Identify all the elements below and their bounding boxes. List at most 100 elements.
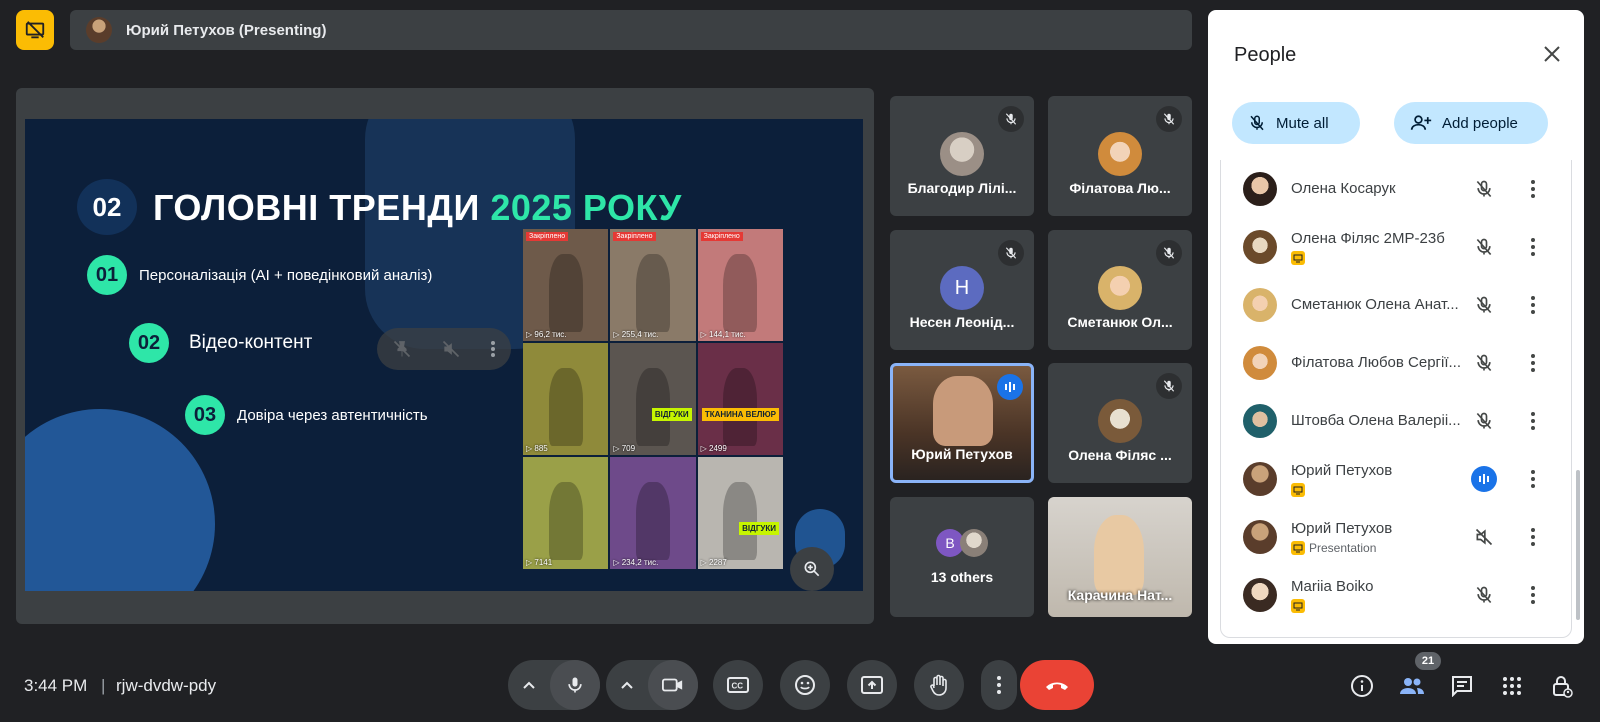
raise-hand-button[interactable] [914,660,964,710]
call-end-icon [1046,682,1068,690]
apps-grid-icon [1503,677,1521,695]
participant-video-tile-active-speaker[interactable]: Юрий Петухов [890,363,1034,483]
more-options-button[interactable] [981,660,1017,710]
activities-button[interactable] [1496,670,1528,702]
list-item[interactable]: Юрий Петухов Presentation [1221,508,1571,566]
list-item[interactable]: Олена Косарук [1221,160,1571,218]
list-item[interactable]: Сметанюк Олена Анат... [1221,276,1571,334]
video-thumbnail: ▷ 234,2 тис. [610,457,696,569]
mic-off-icon[interactable] [1471,582,1497,608]
presenting-label: Юрий Петухов (Presenting) [126,21,327,39]
audio-options-button[interactable] [508,681,550,689]
microphone-control [508,660,600,710]
mic-off-icon [1156,106,1182,132]
slide-point-3: 03 Довіра через автентичність [185,395,428,435]
participant-name: Сметанюк Ол... [1067,314,1173,330]
leave-call-button[interactable] [1020,660,1094,710]
avatar [960,529,988,557]
speaking-indicator-icon [1471,466,1497,492]
slide-point-2: 02 Відео-контент [129,323,312,363]
more-vert-icon[interactable] [490,339,496,359]
avatar [940,132,984,176]
chat-button[interactable] [1446,670,1478,702]
participant-name: Олена Філяс ... [1068,447,1172,463]
slide-section-number: 02 [77,179,137,235]
add-people-button[interactable]: Add people [1394,102,1548,144]
tile-hover-controls [377,328,511,370]
mic-icon [568,677,582,693]
captions-button[interactable]: CC [713,660,763,710]
mic-off-icon[interactable] [1471,408,1497,434]
add-person-icon [1410,115,1432,130]
mic-off-icon[interactable] [1471,292,1497,318]
more-options-icon[interactable] [1523,176,1543,202]
video-options-button[interactable] [606,681,648,689]
participant-tile[interactable]: Благодир Лілі... [890,96,1034,216]
others-tile[interactable]: В 13 others [890,497,1034,617]
mic-off-icon[interactable] [1471,234,1497,260]
list-item[interactable]: Mariia Boiko [1221,566,1571,624]
more-options-icon[interactable] [1523,466,1543,492]
present-to-all-icon [861,676,883,694]
list-item[interactable]: Юрий Петухов [1221,450,1571,508]
list-item[interactable]: Штовба Олена Валеріі... [1221,392,1571,450]
avatar [1243,172,1277,206]
participant-tile[interactable]: Філатова Лю... [1048,96,1192,216]
divider: | [101,676,106,695]
more-options-icon[interactable] [1523,408,1543,434]
present-now-button[interactable] [847,660,897,710]
participant-tile[interactable]: Н Несен Леонід... [890,230,1034,350]
hand-icon [930,674,947,696]
more-options-icon[interactable] [1523,524,1543,550]
participant-tile[interactable]: Олена Філяс ... [1048,363,1192,483]
presenter-avatar [86,17,112,43]
video-thumbnail: ▷ 885 [523,343,609,455]
volume-off-icon[interactable] [441,339,461,359]
video-thumbnail: ВІДГУКИ ▷ 2287 [697,457,783,569]
pin-off-icon[interactable] [392,339,412,359]
microphone-button[interactable] [550,660,600,710]
camera-button[interactable] [648,660,698,710]
panel-scrollbar[interactable] [1576,470,1580,620]
mute-all-button[interactable]: Mute all [1232,102,1360,144]
slide-point-1: 01 Персоналізація (AI + поведінковий ана… [87,255,432,295]
participant-tile[interactable]: Сметанюк Ол... [1048,230,1192,350]
list-item[interactable]: Олена Філяс 2МР-23б [1221,218,1571,276]
mic-off-icon [1156,373,1182,399]
more-options-icon[interactable] [1523,582,1543,608]
reactions-button[interactable] [780,660,830,710]
mic-off-icon[interactable] [1471,176,1497,202]
meeting-details-button[interactable] [1346,670,1378,702]
host-controls-button[interactable] [1546,670,1578,702]
close-button[interactable] [1538,40,1566,68]
avatar [1243,230,1277,264]
stop-presenting-button[interactable] [16,10,54,50]
participant-name: Олена Філяс 2МР-23б [1291,230,1445,247]
closed-captions-icon: CC [727,677,749,693]
lock-person-icon [1553,676,1573,698]
video-feed [933,376,993,446]
participant-name: Юрий Петухов [911,446,1013,462]
participant-name: Несен Леонід... [909,314,1015,330]
list-item[interactable]: Філатова Любов Сергії... [1221,334,1571,392]
mic-off-icon [1156,240,1182,266]
participant-name: Олена Косарук [1291,180,1396,197]
people-button[interactable] [1396,670,1428,702]
more-options-icon[interactable] [1523,350,1543,376]
panel-title: People [1234,44,1297,66]
video-thumbnail: Закріплено ▷ 144,1 тис. [697,229,783,341]
participant-video-tile[interactable]: Карачина Нат... [1048,497,1192,617]
slide-title: ГОЛОВНІ ТРЕНДИ 2025 РОКУ [153,187,682,228]
avatar-initial: Н [940,266,984,310]
mic-off-icon[interactable] [1471,350,1497,376]
more-options-icon[interactable] [1523,234,1543,260]
camera-control [606,660,698,710]
volume-off-icon[interactable] [1471,524,1497,550]
mic-off-icon [1250,115,1264,131]
more-options-icon[interactable] [1523,292,1543,318]
video-thumbnail: Закріплено ▷ 96,2 тис. [523,229,609,341]
meeting-code: rjw-dvdw-pdy [116,676,217,695]
mic-off-icon [998,106,1024,132]
participant-name: Благодир Лілі... [907,180,1017,196]
zoom-button[interactable] [790,547,834,591]
